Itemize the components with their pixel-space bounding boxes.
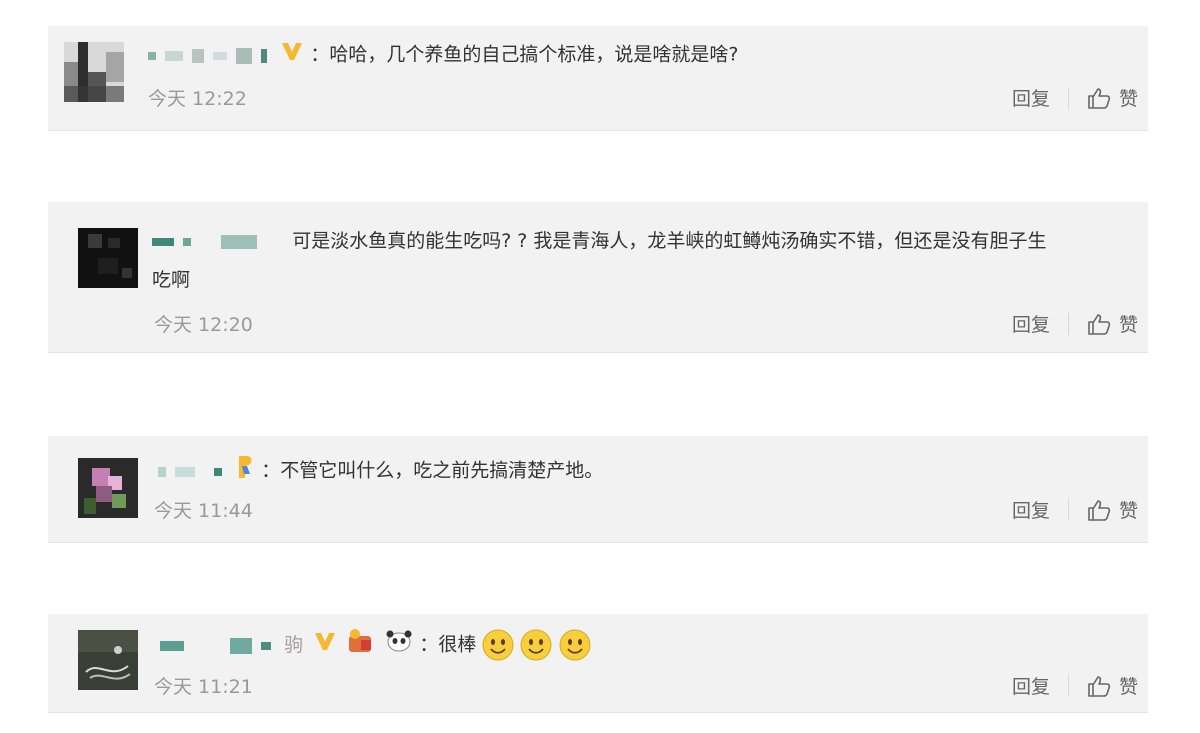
- comment-line: 驹 ：很棒: [160, 628, 591, 662]
- avatar[interactable]: [78, 458, 138, 518]
- vip-yellow-v-icon: [280, 40, 304, 70]
- comment-text: ：不管它叫什么，吃之前先搞清楚产地。: [261, 459, 604, 482]
- reply-button[interactable]: 回复: [1012, 84, 1050, 111]
- level-badge-icon: [235, 454, 255, 488]
- vip-yellow-v-icon: [313, 630, 337, 660]
- avatar[interactable]: [64, 42, 124, 102]
- divider: [1067, 312, 1069, 335]
- like-button[interactable]: 赞: [1087, 84, 1138, 111]
- reply-button[interactable]: 回复: [1012, 496, 1050, 523]
- like-label: 赞: [1118, 500, 1138, 522]
- comment-actions: 回复 赞: [1012, 672, 1138, 699]
- comment-actions: 回复 赞: [1012, 310, 1138, 337]
- like-button[interactable]: 赞: [1087, 310, 1138, 337]
- comment-actions: 回复 赞: [1012, 84, 1138, 111]
- like-label: 赞: [1118, 314, 1138, 336]
- emoji-group: [482, 629, 590, 661]
- comment-actions: 回复 赞: [1012, 496, 1138, 523]
- masked-username[interactable]: [152, 223, 260, 261]
- divider: [1067, 674, 1069, 697]
- like-label: 赞: [1118, 88, 1138, 110]
- comment-text: ：很棒: [419, 633, 477, 656]
- comment-time: 今天 12:20: [154, 314, 253, 336]
- thumbs-up-icon: [1088, 499, 1111, 521]
- reply-button[interactable]: 回复: [1012, 310, 1050, 337]
- comment-card: ：不管它叫什么，吃之前先搞清楚产地。 今天 11:44 回复 赞: [48, 436, 1148, 543]
- like-button[interactable]: 赞: [1087, 672, 1138, 699]
- masked-username[interactable]: [158, 457, 225, 485]
- comment-time: 今天 12:22: [148, 88, 247, 110]
- username-fragment: 驹: [284, 633, 304, 656]
- comment-text: ：哈哈，几个养鱼的自己搞个标准，说是啥就是啥?: [310, 43, 739, 66]
- comment-text: 可是淡水鱼真的能生吃吗? ? 我是青海人，龙羊峡的虹鳟炖汤确实不错，但还是没有胆…: [152, 230, 1047, 291]
- masked-username[interactable]: [148, 41, 270, 69]
- like-button[interactable]: 赞: [1087, 496, 1138, 523]
- avatar[interactable]: [78, 228, 138, 288]
- thumbs-up-icon: [1088, 313, 1111, 335]
- masked-username[interactable]: [160, 631, 274, 659]
- reply-button[interactable]: 回复: [1012, 672, 1050, 699]
- comment-line: ：哈哈，几个养鱼的自己搞个标准，说是啥就是啥?: [148, 40, 738, 70]
- comment-card: 驹 ：很棒 今天 11:21 回复 赞: [48, 614, 1148, 713]
- comment-card: 可是淡水鱼真的能生吃吗? ? 我是青海人，龙羊峡的虹鳟炖汤确实不错，但还是没有胆…: [48, 202, 1148, 353]
- thumbs-up-icon: [1088, 87, 1111, 109]
- smile-emoji-icon: [520, 629, 552, 661]
- like-label: 赞: [1118, 676, 1138, 698]
- avatar[interactable]: [78, 630, 138, 690]
- comment-time: 今天 11:44: [154, 500, 253, 522]
- smile-emoji-icon: [559, 629, 590, 661]
- panda-badge-icon: [385, 629, 413, 661]
- divider: [1067, 498, 1069, 521]
- medal-badge-icon: [347, 628, 375, 662]
- comment-line: 可是淡水鱼真的能生吃吗? ? 我是青海人，龙羊峡的虹鳟炖汤确实不错，但还是没有胆…: [152, 222, 1052, 299]
- comment-time: 今天 11:21: [154, 676, 253, 698]
- smile-emoji-icon: [482, 629, 514, 661]
- divider: [1067, 86, 1069, 109]
- thumbs-up-icon: [1088, 675, 1111, 697]
- comment-card: ：哈哈，几个养鱼的自己搞个标准，说是啥就是啥? 今天 12:22 回复 赞: [48, 26, 1148, 131]
- comment-line: ：不管它叫什么，吃之前先搞清楚产地。: [158, 454, 603, 488]
